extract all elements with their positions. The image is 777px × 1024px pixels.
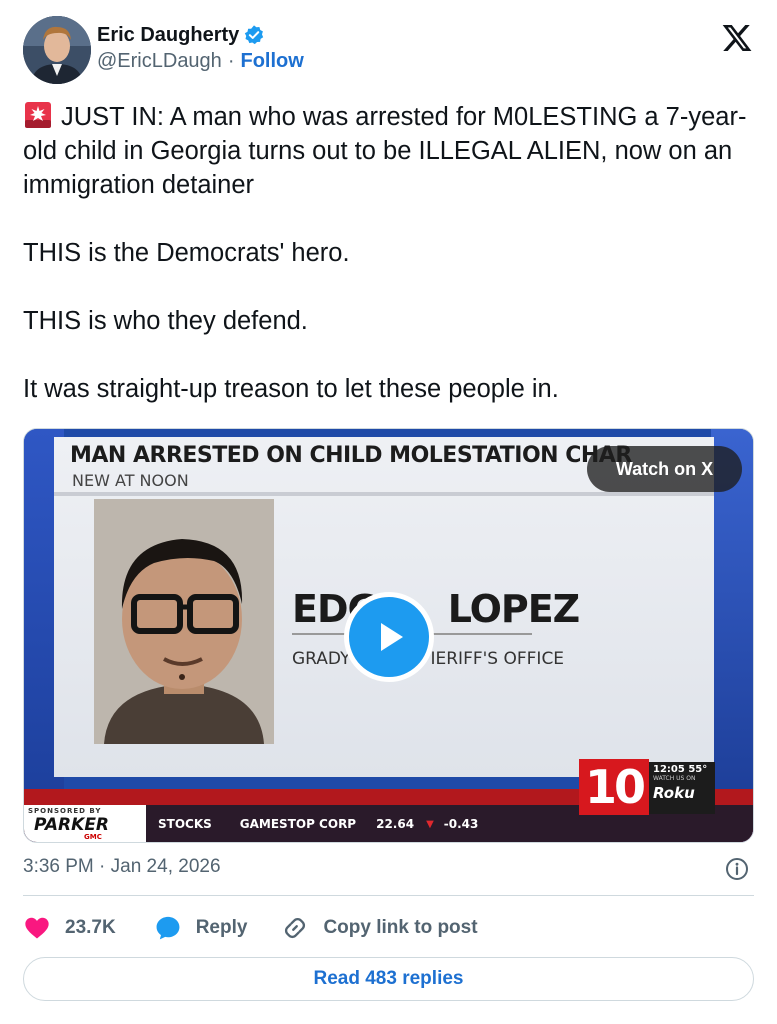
broadcast-person-name: EDG LOPEZ — [292, 587, 581, 631]
like-count: 23.7K — [65, 917, 116, 938]
ticker-down-arrow-icon: ▼ — [426, 818, 434, 830]
read-replies-button[interactable]: Read 483 replies — [23, 957, 754, 1001]
author-handle[interactable]: @EricLDaugh — [97, 50, 222, 73]
broadcast-clock: 12:05 55° WATCH US ON Roku — [649, 762, 715, 814]
copy-link-label: Copy link to post — [323, 917, 478, 938]
play-button[interactable] — [344, 592, 434, 682]
ticker-change: -0.43 — [443, 817, 479, 831]
ticker-company: GAMESTOP CORP — [239, 817, 357, 831]
channel-logo: 10 — [579, 759, 649, 815]
sponsor-sub: GMC — [84, 833, 102, 841]
x-logo-icon[interactable] — [721, 22, 753, 54]
roku-logo: Roku — [653, 784, 695, 802]
watch-on-x-button[interactable]: Watch on X — [587, 446, 742, 492]
like-button[interactable]: 23.7K — [23, 914, 116, 942]
tweet-body: JUST IN: A man who was arrested for M0LE… — [23, 100, 753, 406]
mugshot-portrait — [94, 499, 274, 744]
handle-separator: · — [227, 50, 235, 72]
rotating-light-icon — [25, 102, 51, 128]
broadcast-subhead: NEW AT NOON — [72, 471, 189, 490]
reply-bubble-icon — [156, 916, 180, 940]
avatar-portrait — [23, 16, 91, 84]
verified-badge-icon — [245, 25, 264, 45]
clock-temp: 12:05 55° — [653, 764, 708, 775]
author-name[interactable]: Eric Daugherty — [97, 24, 239, 47]
sponsor-name: PARKER — [34, 815, 110, 835]
divider — [23, 895, 754, 896]
follow-link[interactable]: Follow — [240, 50, 303, 73]
reply-label: Reply — [195, 917, 248, 938]
tweet-embed-card: Eric Daugherty @EricLDaugh · Follow JUST… — [0, 0, 777, 1024]
action-bar: 23.7K Reply Copy link to post — [23, 910, 512, 946]
tweet-text: JUST IN: A man who was arrested for M0LE… — [23, 103, 747, 403]
mugshot-image — [94, 499, 274, 744]
headline-rule — [54, 492, 714, 496]
watch-us-on: WATCH US ON — [653, 775, 696, 782]
play-icon — [381, 623, 403, 651]
heart-icon — [25, 917, 49, 939]
ticker-price: 22.64 — [376, 817, 415, 831]
video-player[interactable]: MAN ARRESTED ON CHILD MOLESTATION CHAR N… — [23, 428, 754, 843]
link-icon — [285, 917, 306, 939]
author-avatar[interactable] — [23, 16, 91, 84]
info-icon[interactable] — [725, 857, 749, 881]
reply-button[interactable]: Reply — [154, 914, 248, 942]
person-name-right: LOPEZ — [447, 587, 581, 631]
sponsor-logo: SPONSORED BY PARKER GMC — [24, 805, 146, 842]
author-block: Eric Daugherty @EricLDaugh · Follow — [97, 22, 304, 73]
sponsor-caption: SPONSORED BY — [28, 807, 102, 815]
tweet-timestamp[interactable]: 3:36 PM · Jan 24, 2026 — [23, 856, 221, 878]
ticker-label: STOCKS — [158, 817, 212, 831]
broadcast-headline: MAN ARRESTED ON CHILD MOLESTATION CHAR — [70, 443, 632, 468]
agency-left: GRADY — [292, 649, 351, 669]
copy-link-button[interactable]: Copy link to post — [281, 914, 478, 942]
agency-right: IERIFF'S OFFICE — [430, 649, 565, 669]
